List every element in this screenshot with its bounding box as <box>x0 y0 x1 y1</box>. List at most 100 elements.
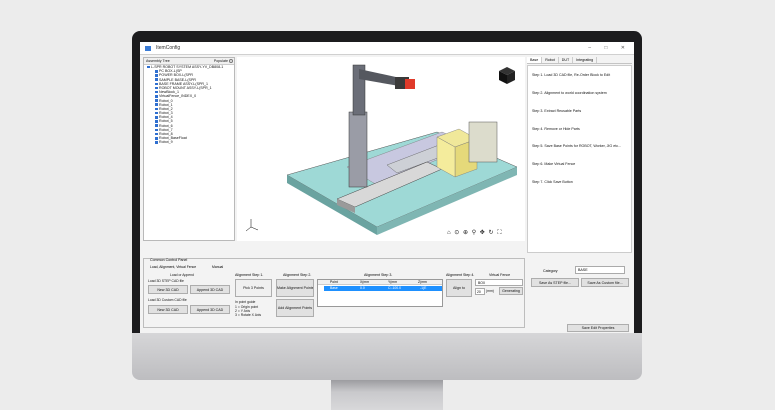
steps-panel: Step 1. Load 3D CAD file, Re-Order Block… <box>527 65 632 253</box>
assembly-tree[interactable]: Assembly Tree Populate L-SPR ROBOT SYSTE… <box>143 57 235 241</box>
home-view-icon[interactable]: ⌂ <box>447 230 452 236</box>
common-control-panel: Common Control Panel Load, Alignment, Vi… <box>143 258 525 328</box>
align-step3-label: Alignment Step 3. <box>364 273 393 277</box>
step-1: Step 1. Load 3D CAD file, Re-Order Block… <box>532 73 611 77</box>
tab-manual[interactable]: Manual <box>212 265 223 269</box>
tree-node-icon <box>155 136 158 140</box>
right-panel: Base Robot DUT Integrating Step 1. Load … <box>527 57 632 332</box>
tree-node-icon <box>147 65 150 69</box>
grid-header: Point X(mm Y(mm Z(mm <box>318 280 442 285</box>
grid-col-z: Z(mm <box>418 280 427 284</box>
tree-node-icon <box>155 82 158 86</box>
tab-robot[interactable]: Robot <box>542 57 559 63</box>
align-to-button[interactable]: Align to <box>446 279 472 297</box>
window-controls[interactable]: – □ ✕ <box>588 42 631 55</box>
guide-title: In point guide <box>235 300 256 304</box>
tree-node-icon <box>155 95 158 98</box>
refresh-icon[interactable] <box>229 59 233 63</box>
tree-node-icon <box>155 74 158 77</box>
tree-node-icon <box>155 120 158 123</box>
tree-node-icon <box>155 99 158 102</box>
tree-node-icon <box>155 141 158 144</box>
tab-integrating[interactable]: Integrating <box>573 57 598 63</box>
monitor-stand <box>331 380 443 410</box>
rotate-icon[interactable]: ↻ <box>488 230 494 236</box>
save-custom-button[interactable]: Save As Custom file... <box>581 278 629 287</box>
category-select[interactable]: BASE <box>575 266 625 274</box>
monitor-frame: ItemConfig – □ ✕ Assembly Tree Populate … <box>132 31 642 355</box>
cell-point: Base <box>330 286 338 290</box>
fence-type-select[interactable]: BOX <box>475 279 523 286</box>
step-5: Step 5. Save Base Points for ROBOT, Work… <box>532 144 622 148</box>
step-6: Step 6. Make Virtual Fence <box>532 162 576 166</box>
monitor-chin <box>132 333 642 380</box>
align-step4-label: Alignment Step 4. <box>446 273 475 277</box>
app-window: ItemConfig – □ ✕ Assembly Tree Populate … <box>140 42 634 347</box>
tree-node-icon <box>155 90 158 94</box>
3d-scene[interactable] <box>237 57 525 241</box>
zoom-icon[interactable]: ⚲ <box>472 230 477 236</box>
load-custom-label: Load 3D Custom CAD file <box>148 298 187 302</box>
save-step-button[interactable]: Save As STEP file... <box>531 278 579 287</box>
fit-all-icon[interactable]: ⛶ <box>497 230 502 236</box>
append-3d-cad-button[interactable]: Append 3D CAD <box>190 285 230 294</box>
fence-size-input[interactable]: 20 <box>475 288 485 295</box>
new-3d-cad-custom-button[interactable]: New 3D CAD <box>148 305 188 314</box>
tab-base[interactable]: Base <box>527 57 543 63</box>
align-step1-label: Alignment Step 1. <box>235 273 264 277</box>
tree-node-icon <box>155 128 158 132</box>
pan-icon[interactable]: ✥ <box>480 230 486 236</box>
generating-button[interactable]: Generating <box>499 287 523 295</box>
step-4: Step 4. Remove or Hide Parts <box>532 127 580 131</box>
tree-node-icon <box>155 124 158 127</box>
tree-node-icon <box>155 132 158 136</box>
step-7: Step 7. Click Save Button <box>532 180 573 184</box>
cell-y: C:-100.0 <box>388 286 402 290</box>
tab-load-alignment[interactable]: Load, Alignment, Virtual Fence <box>150 265 196 269</box>
tree-node-icon <box>155 103 158 107</box>
zoom-window-icon[interactable]: ⊕ <box>463 230 469 236</box>
category-label: Category <box>543 269 558 273</box>
navigation-cube[interactable] <box>499 67 515 84</box>
tree-node-icon <box>155 86 158 90</box>
tree-list: L-SPR ROBOT SYSTEM ASSY-YV_DB808-1 PC BOX… <box>144 65 234 145</box>
load-step-label: Load 3D STEP CAD file <box>148 279 184 283</box>
tree-node-icon <box>155 116 158 119</box>
fence-unit-label: (mm) <box>486 289 494 293</box>
title-bar: ItemConfig – □ ✕ <box>140 42 634 55</box>
tab-dut[interactable]: DUT <box>559 57 574 63</box>
ccp-title: Common Control Panel <box>150 258 188 262</box>
align-step2-label: Alignment Step 2. <box>283 273 312 277</box>
axis-triad-icon <box>245 219 259 232</box>
grid-col-y: Y(mm <box>388 280 398 284</box>
add-alignment-points-button[interactable]: Add Alignment Points <box>276 299 314 317</box>
assembly-tree-title: Assembly Tree <box>146 59 170 63</box>
save-edit-properties-button[interactable]: Save Edit Properties <box>567 324 629 332</box>
load-append-label: Load or Append <box>170 273 194 277</box>
tree-node-icon <box>155 111 158 115</box>
step-3: Step 3. Extract Reusable Parts <box>532 109 582 113</box>
window-title: ItemConfig <box>156 45 181 51</box>
virtual-fence-label: Virtual Fence <box>489 273 511 277</box>
app-icon <box>145 46 151 51</box>
table-row[interactable]: Base 0.0 C:-100.0 -1(E <box>324 286 442 291</box>
step-2: Step 2. Alignment to world coordination … <box>532 91 607 95</box>
view-toolbar[interactable]: ⌂ ⊙ ⊕ ⚲ ✥ ↻ ⛶ <box>447 229 502 237</box>
alignment-grid[interactable]: Point X(mm Y(mm Z(mm Base 0.0 C:-100.0 -… <box>317 279 443 307</box>
3d-viewport[interactable]: ⌂ ⊙ ⊕ ⚲ ✥ ↻ ⛶ <box>237 57 525 241</box>
pick-3-points-button[interactable]: Pick 3 Points <box>235 279 272 297</box>
assembly-tree-header: Assembly Tree Populate <box>144 58 234 65</box>
grid-col-point: Point <box>330 280 338 284</box>
grid-col-x: X(mm <box>360 280 370 284</box>
tree-node-icon <box>155 107 158 111</box>
append-3d-cad-custom-button[interactable]: Append 3D CAD <box>190 305 230 314</box>
tree-node-icon <box>155 78 158 81</box>
tree-item-label: Robot_9 <box>159 140 173 145</box>
populate-button[interactable]: Populate <box>214 58 228 65</box>
zoom-fit-icon[interactable]: ⊙ <box>454 230 460 236</box>
guide-line-3: 3 = Rotate X Axis <box>235 313 262 317</box>
tree-item[interactable]: Robot_9 <box>144 140 234 144</box>
cell-z: -1(E <box>420 286 427 290</box>
make-alignment-points-button[interactable]: Make Alignment Points <box>276 279 314 297</box>
new-3d-cad-button[interactable]: New 3D CAD <box>148 285 188 294</box>
